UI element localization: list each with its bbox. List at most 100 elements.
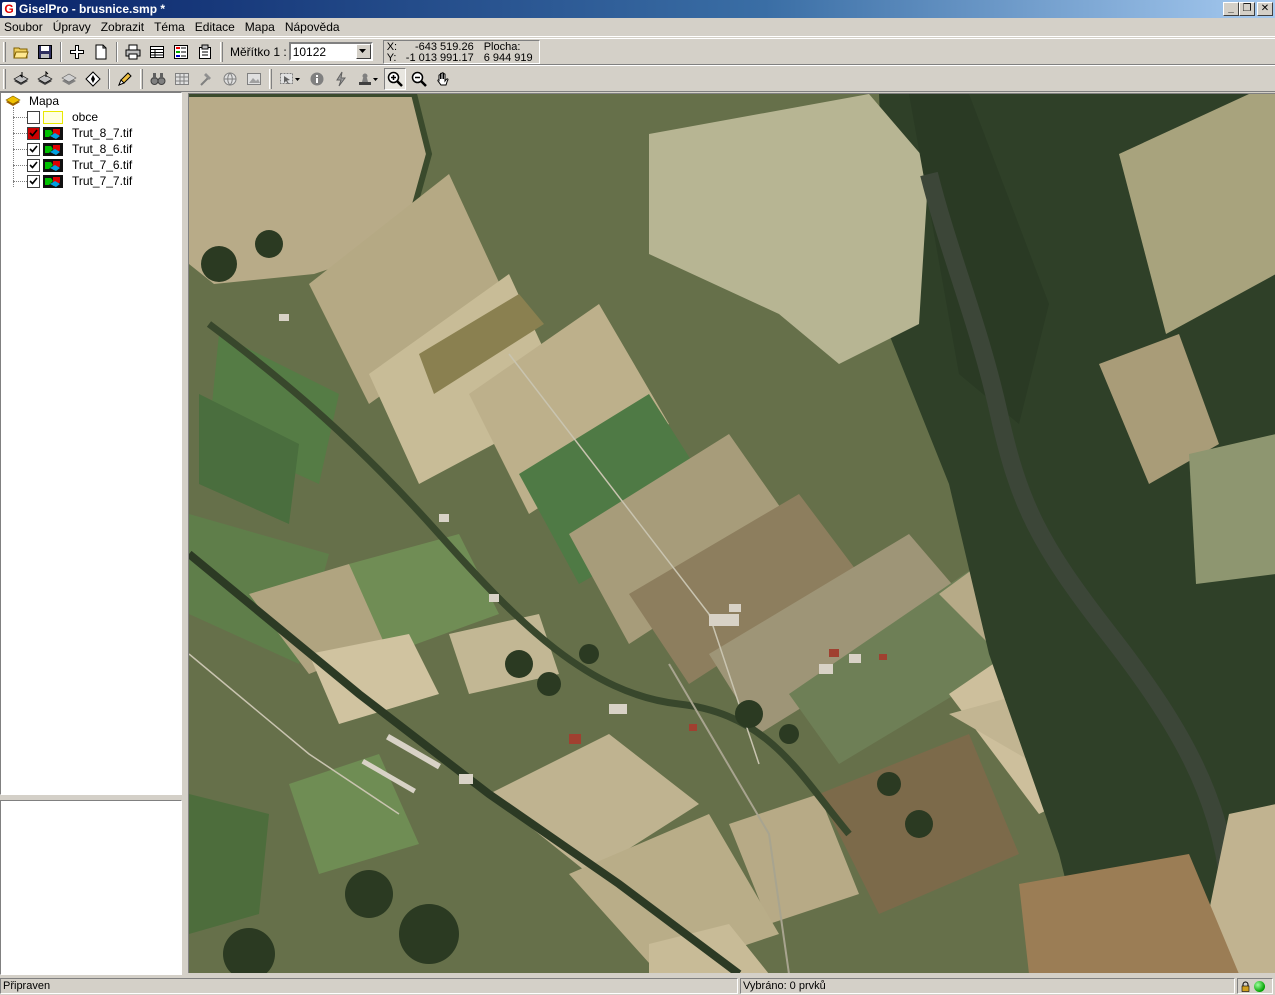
edit-button[interactable]	[114, 68, 136, 90]
raster-symbol-icon	[43, 126, 63, 140]
image-button[interactable]	[243, 68, 265, 90]
export-layer-button[interactable]	[34, 68, 56, 90]
title-bar[interactable]: G GiselPro - brusnice.smp * _ ❐ ✕	[0, 0, 1275, 18]
menu-tema[interactable]: Téma	[149, 18, 190, 37]
menu-soubor[interactable]: Soubor	[0, 18, 48, 37]
layer-name: Trut_8_7.tif	[72, 126, 133, 140]
menu-mapa[interactable]: Mapa	[240, 18, 280, 37]
layout-icon	[199, 44, 211, 59]
layer-name: Trut_7_7.tif	[72, 174, 133, 188]
status-bar: Připraven Vybráno: 0 prvků	[0, 977, 1275, 995]
info-button[interactable]	[306, 68, 328, 90]
chevron-down-icon[interactable]	[355, 44, 371, 59]
layer-visibility-checkbox[interactable]	[27, 174, 40, 188]
layer-tree-panel[interactable]: Mapa obce Trut_8_7.tif Trut_8_6.tif Trut…	[0, 92, 182, 795]
new-map-button[interactable]	[90, 41, 112, 63]
layer-name: obce	[72, 110, 99, 124]
close-button[interactable]: ✕	[1257, 2, 1273, 16]
legend-button[interactable]	[170, 41, 192, 63]
minimize-button[interactable]: _	[1223, 2, 1239, 16]
layer-item-obce[interactable]: obce	[9, 109, 98, 125]
tree-root-label: Mapa	[29, 94, 60, 108]
printer-icon	[125, 44, 141, 59]
coord-x-value: -643 519.26	[414, 40, 474, 53]
toolbar-grip[interactable]	[3, 68, 6, 89]
menu-upravy[interactable]: Úpravy	[48, 18, 96, 37]
layer-item-trut-8-7[interactable]: Trut_8_7.tif	[9, 125, 132, 141]
import-layer-button[interactable]	[10, 68, 32, 90]
table-icon	[150, 45, 164, 58]
find-button[interactable]	[147, 68, 169, 90]
overview-button[interactable]	[219, 68, 241, 90]
status-led-icon	[1254, 980, 1265, 992]
coord-y-label: Y:	[386, 51, 397, 64]
restore-button[interactable]: ❐	[1239, 2, 1255, 16]
layer-item-trut-7-7[interactable]: Trut_7_7.tif	[9, 173, 132, 189]
layer-settings-icon	[61, 73, 77, 85]
hammer-icon	[200, 72, 211, 86]
toolbar-grip[interactable]	[269, 68, 272, 89]
menu-editace[interactable]: Editace	[190, 18, 240, 37]
selection-count: Vybráno: 0 prvků	[740, 978, 1235, 994]
toolbar-separator	[108, 68, 110, 89]
measure-tool-dropdown[interactable]	[354, 68, 382, 90]
layer-item-trut-8-6[interactable]: Trut_8_6.tif	[9, 141, 132, 157]
legend-panel[interactable]	[0, 800, 182, 975]
add-layer-icon	[70, 44, 84, 59]
layer-import-icon	[13, 71, 29, 85]
save-button[interactable]	[34, 41, 56, 63]
menu-zobrazit[interactable]: Zobrazit	[96, 18, 149, 37]
raster-symbol-icon	[43, 174, 63, 188]
zoom-in-icon	[387, 71, 403, 87]
coord-x-label: X:	[386, 40, 398, 53]
zoom-out-button[interactable]	[408, 68, 430, 90]
layer-visibility-checkbox[interactable]	[27, 142, 40, 156]
toolbar-grip[interactable]	[140, 68, 143, 89]
compass-icon	[85, 70, 101, 87]
checkmark-icon	[29, 144, 38, 153]
globe-icon	[223, 72, 237, 85]
picture-icon	[247, 72, 261, 85]
tools-button[interactable]	[195, 68, 217, 90]
legend-icon	[174, 44, 188, 59]
add-layer-button[interactable]	[66, 41, 88, 63]
navigate-button[interactable]	[82, 68, 104, 90]
select-tool-dropdown[interactable]	[276, 68, 304, 90]
layer-visibility-checkbox[interactable]	[27, 158, 40, 172]
map-canvas[interactable]	[188, 93, 1275, 973]
scale-value[interactable]: 10122	[291, 45, 356, 59]
tree-root-map[interactable]: Mapa	[5, 94, 59, 108]
attribute-table-button[interactable]	[146, 41, 168, 63]
query-table-button[interactable]	[171, 68, 193, 90]
window-title: GiselPro - brusnice.smp *	[19, 2, 166, 16]
menu-napoveda[interactable]: Nápověda	[280, 18, 345, 37]
lightning-icon	[336, 71, 346, 86]
toolbar-grip[interactable]	[3, 41, 6, 62]
toolbar-separator	[116, 41, 118, 62]
layer-item-trut-7-6[interactable]: Trut_7_6.tif	[9, 157, 132, 173]
coordinate-readout: X: -643 519.26 Plocha: Y: -1 013 991.17 …	[382, 39, 540, 64]
checkmark-icon	[29, 160, 38, 169]
layout-button[interactable]	[194, 41, 216, 63]
main-toolbar: Měřítko 1 : 10122 X: -643 519.26 Plocha:…	[0, 38, 1275, 65]
layer-visibility-checkbox[interactable]	[27, 126, 40, 140]
zoom-in-button[interactable]	[384, 67, 406, 90]
raster-symbol-icon	[43, 158, 63, 172]
layer-properties-button[interactable]	[58, 68, 80, 90]
coord-y-value: -1 013 991.17	[405, 51, 474, 64]
scale-combobox[interactable]: 10122	[288, 42, 373, 61]
pan-button[interactable]	[432, 68, 454, 90]
window-controls: _ ❐ ✕	[1223, 2, 1273, 16]
polygon-symbol-icon	[43, 110, 63, 124]
new-document-icon	[95, 44, 107, 59]
print-button[interactable]	[122, 41, 144, 63]
open-button[interactable]	[10, 41, 32, 63]
area-value: 6 944 919	[483, 51, 533, 64]
tools-toolbar	[0, 65, 1275, 92]
toolbar-grip[interactable]	[220, 41, 223, 62]
app-icon[interactable]: G	[2, 2, 16, 16]
zoom-out-icon	[411, 71, 427, 87]
floppy-disk-icon	[38, 44, 52, 59]
hotlink-button[interactable]	[330, 68, 352, 90]
layer-visibility-checkbox[interactable]	[27, 110, 40, 124]
